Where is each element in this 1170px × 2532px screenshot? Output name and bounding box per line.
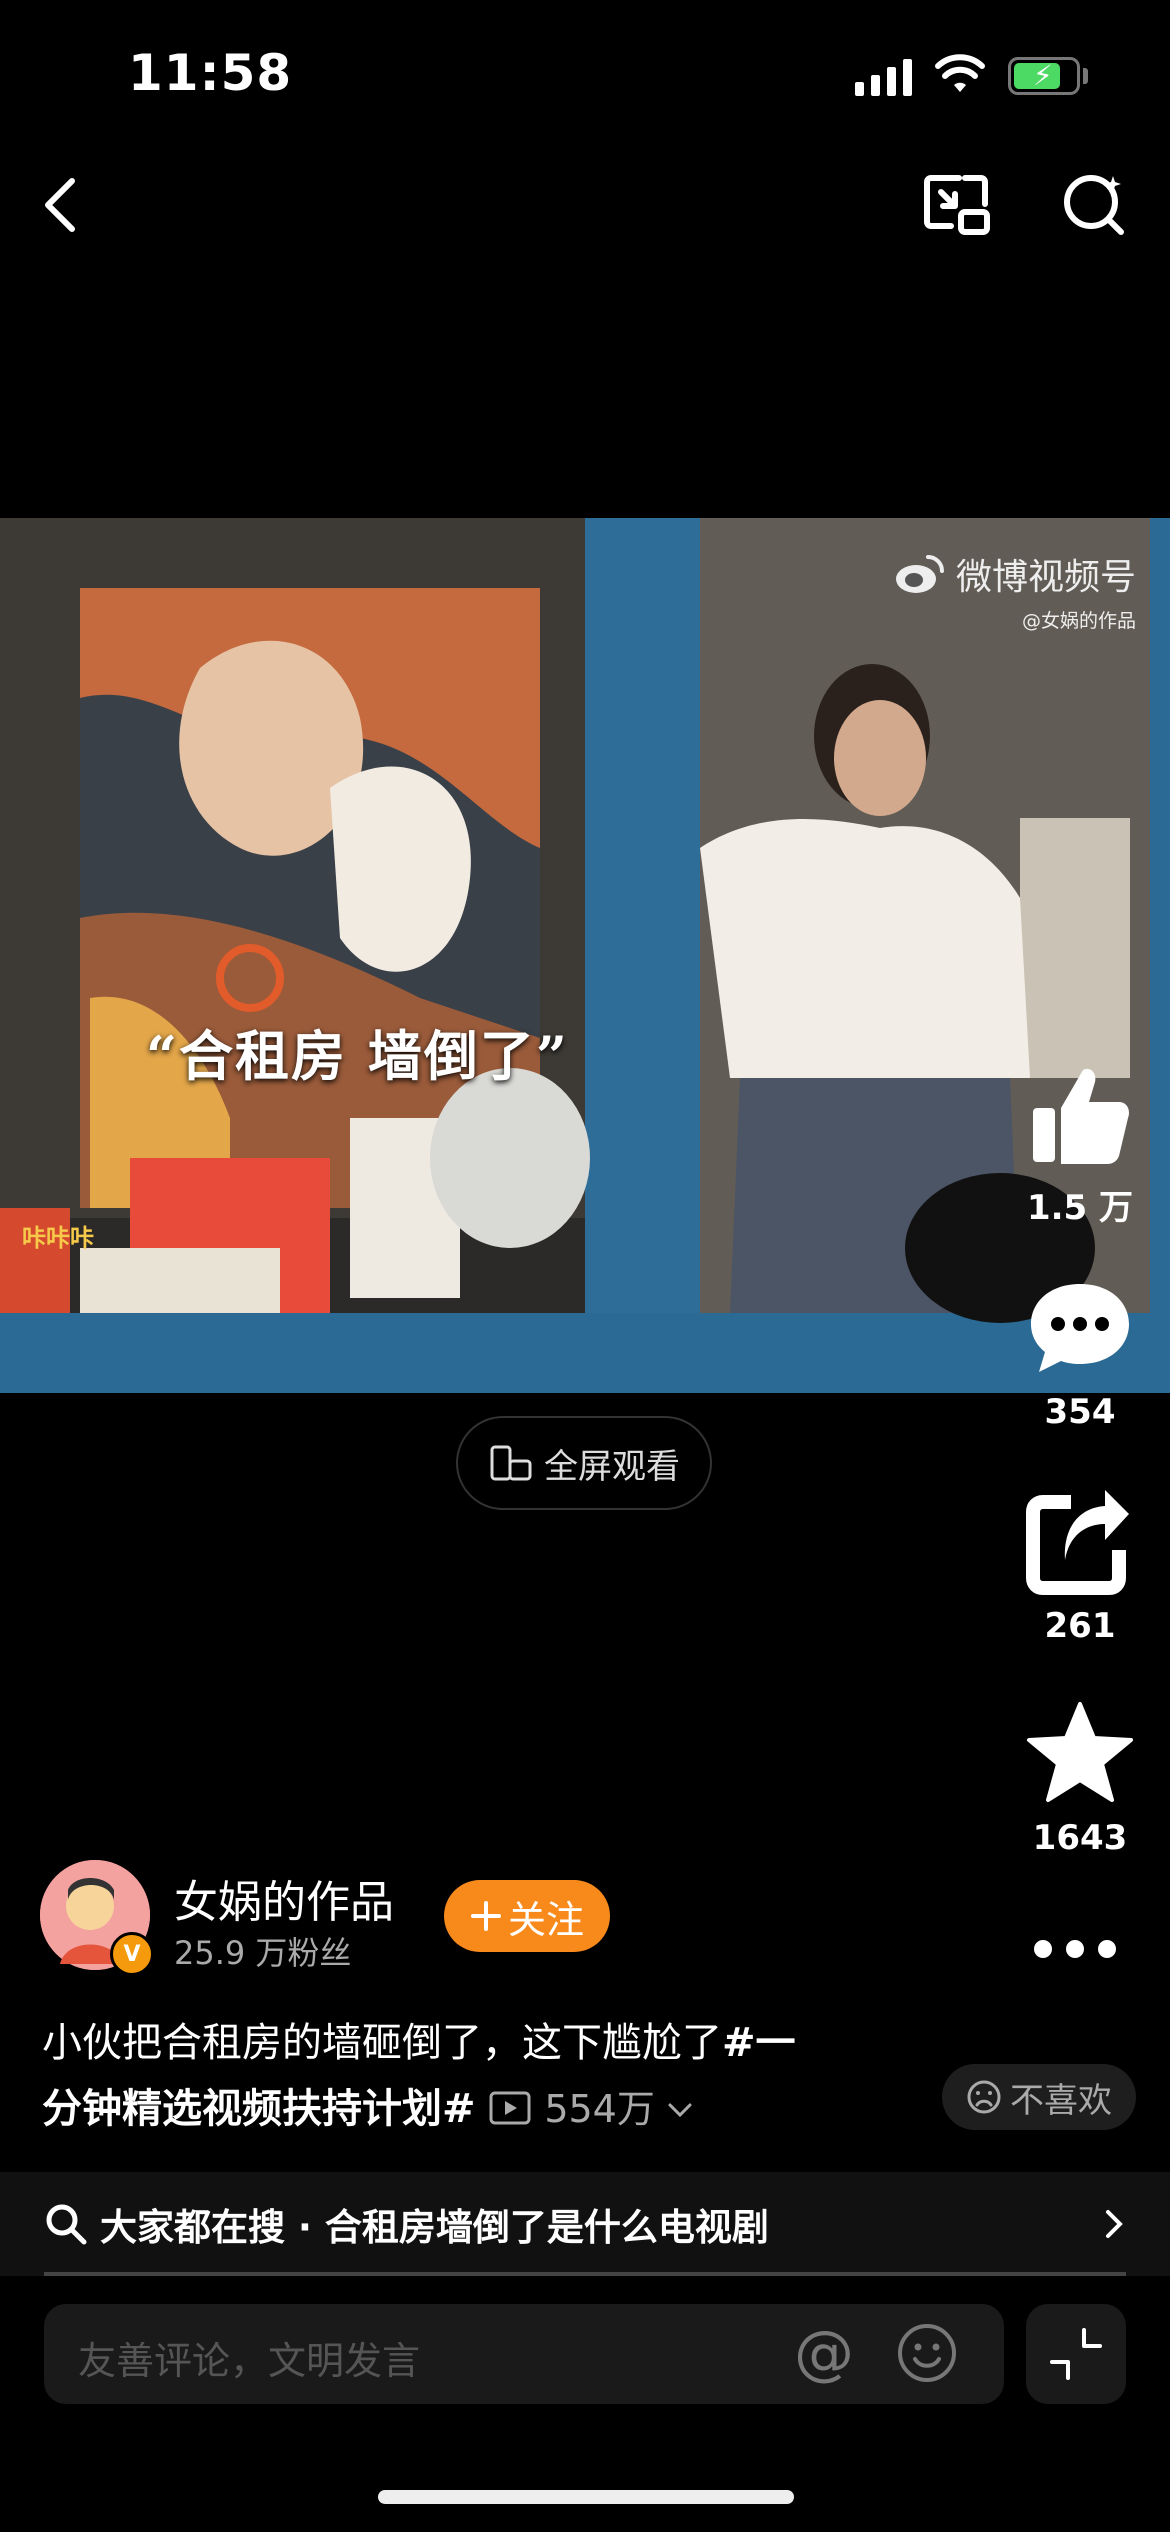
battery-icon: ⚡ [1008,57,1080,95]
play-count-icon [489,2091,531,2125]
follow-label: 关注 [507,1897,584,1942]
search-icon [46,2204,87,2245]
pip-button[interactable] [922,170,994,240]
video-detail-screen: 11:58 ⚡ “合租房 墙倒了” 微博视频号 @女娲的作品 咔咔咔 全屏观看 … [0,0,1170,2532]
follow-button[interactable]: 关注 [444,1880,610,1952]
view-count-group[interactable]: 554万 [488,2087,693,2131]
more-dot-icon [1098,1940,1116,1958]
dislike-button[interactable]: 不喜欢 [942,2064,1136,2130]
weibo-logo-icon [895,555,944,593]
divider [44,2272,1126,2276]
favorite-count: 1643 [1032,1818,1128,1858]
thumbs-up-icon [1033,1068,1129,1164]
share-icon [1026,1490,1129,1595]
status-time: 11:58 [128,44,293,102]
comment-count: 354 [1044,1392,1116,1432]
cellular-signal-icon [855,58,912,96]
fullscreen-button[interactable]: 全屏观看 [456,1416,712,1510]
chevron-down-icon [668,2103,692,2118]
chevron-left-icon [45,178,75,232]
emoji-icon[interactable] [896,2322,958,2384]
favorite-button[interactable]: 1643 [1010,1698,1150,1858]
battery-cap [1083,68,1088,84]
description-text: 小伙把合租房的墙砸倒了，这下尴尬了 [42,2020,722,2066]
share-count: 261 [1044,1606,1116,1646]
topic-tag-part2[interactable]: 分钟精选视频扶持计划# [42,2086,476,2132]
collapse-button[interactable] [1026,2304,1126,2404]
verified-badge: V [110,1932,154,1976]
wifi-icon [935,54,985,92]
watermark-main-text: 微博视频号 [955,557,1136,598]
video-player[interactable] [0,518,1170,1393]
video-caption: “合租房 墙倒了” [146,1024,569,1088]
weibo-watermark: 微博视频号 @女娲的作品 [894,548,1136,633]
author-avatar[interactable]: V [40,1860,154,1976]
more-options-button[interactable] [1034,1940,1116,1958]
fullscreen-label: 全屏观看 [544,1446,680,1487]
dislike-label: 不喜欢 [1010,2080,1112,2121]
back-button[interactable] [30,170,90,240]
comment-bubble-icon [1031,1284,1129,1372]
video-sticker-text: 咔咔咔 [22,1224,94,1252]
author-name[interactable]: 女娲的作品 [174,1866,394,1930]
like-button[interactable]: 1.5 万 [1010,1060,1150,1229]
more-dot-icon [1066,1940,1084,1958]
search-button[interactable] [1058,170,1130,240]
mention-icon[interactable]: @ [794,2322,854,2384]
comment-placeholder: 友善评论，文明发言 [78,2339,421,2383]
home-indicator[interactable] [378,2490,794,2504]
collapse-icon [1050,2328,1102,2380]
author-fans: 25.9 万粉丝 [174,1934,352,1972]
rotate-screen-icon [490,1445,532,1481]
sad-face-icon [967,2080,1001,2114]
watermark-sub-text: @女娲的作品 [1021,610,1136,632]
hot-search-bar[interactable]: 大家都在搜 · 合租房墙倒了是什么电视剧 [0,2172,1170,2276]
star-icon [1027,1702,1133,1802]
video-frame [0,518,1170,1393]
search-icon [1064,175,1124,235]
like-count: 1.5 万 [1026,1188,1134,1228]
more-dot-icon [1034,1940,1052,1958]
picture-in-picture-icon [924,175,990,235]
hot-search-text: 大家都在搜 · 合租房墙倒了是什么电视剧 [100,2206,769,2249]
video-description: 小伙把合租房的墙砸倒了，这下尴尬了#一 分钟精选视频扶持计划# 554万 [42,2010,922,2142]
plus-icon [470,1901,501,1931]
comment-button[interactable]: 354 [1010,1272,1150,1432]
chevron-right-icon [1106,2210,1123,2238]
topic-tag-part1[interactable]: #一 [722,2020,796,2066]
view-count: 554万 [544,2087,655,2131]
share-button[interactable]: 261 [1010,1486,1150,1646]
